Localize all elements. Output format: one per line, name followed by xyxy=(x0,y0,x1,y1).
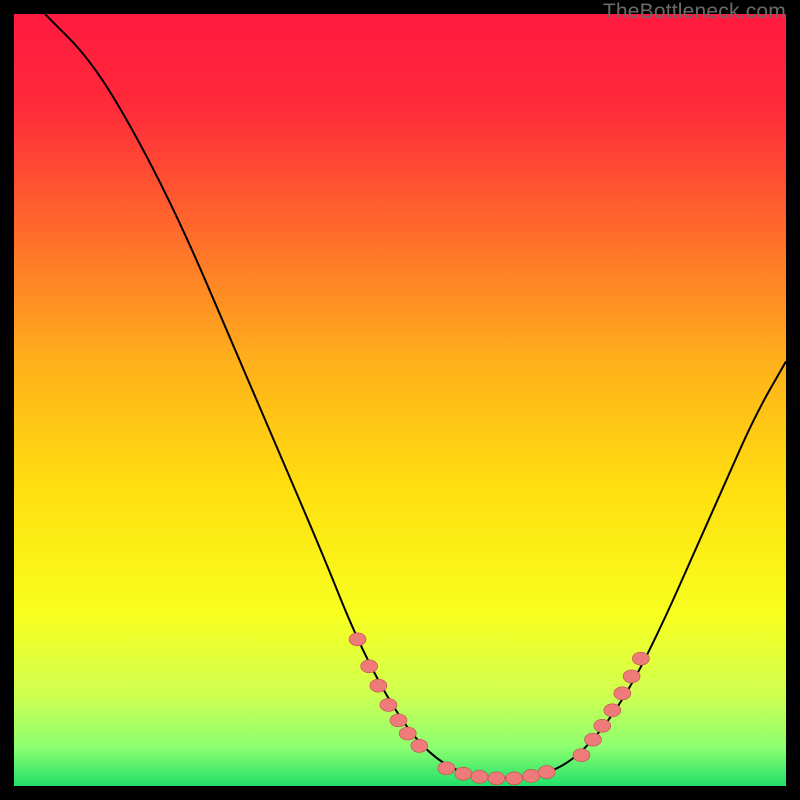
curve-bead xyxy=(380,698,397,711)
curve-bead xyxy=(594,719,611,732)
curve-bead xyxy=(455,767,472,780)
curve-bead xyxy=(399,727,416,740)
curve-bead xyxy=(506,772,523,785)
curve-bead xyxy=(523,769,540,782)
curve-bead xyxy=(438,762,455,775)
curve-bead xyxy=(488,772,505,785)
bottleneck-chart xyxy=(14,14,786,786)
curve-bead xyxy=(370,679,387,692)
curve-bead xyxy=(411,739,428,752)
curve-bead xyxy=(349,633,366,646)
chart-frame xyxy=(14,14,786,786)
curve-bead xyxy=(604,704,621,717)
watermark-text: TheBottleneck.com xyxy=(603,0,786,24)
curve-bead xyxy=(390,714,407,727)
curve-bead xyxy=(585,733,602,746)
gradient-background xyxy=(14,14,786,786)
curve-bead xyxy=(632,652,649,665)
curve-bead xyxy=(538,766,555,779)
curve-bead xyxy=(614,687,631,700)
curve-bead xyxy=(361,660,378,673)
curve-bead xyxy=(623,670,640,683)
curve-bead xyxy=(573,749,590,762)
curve-bead xyxy=(471,770,488,783)
